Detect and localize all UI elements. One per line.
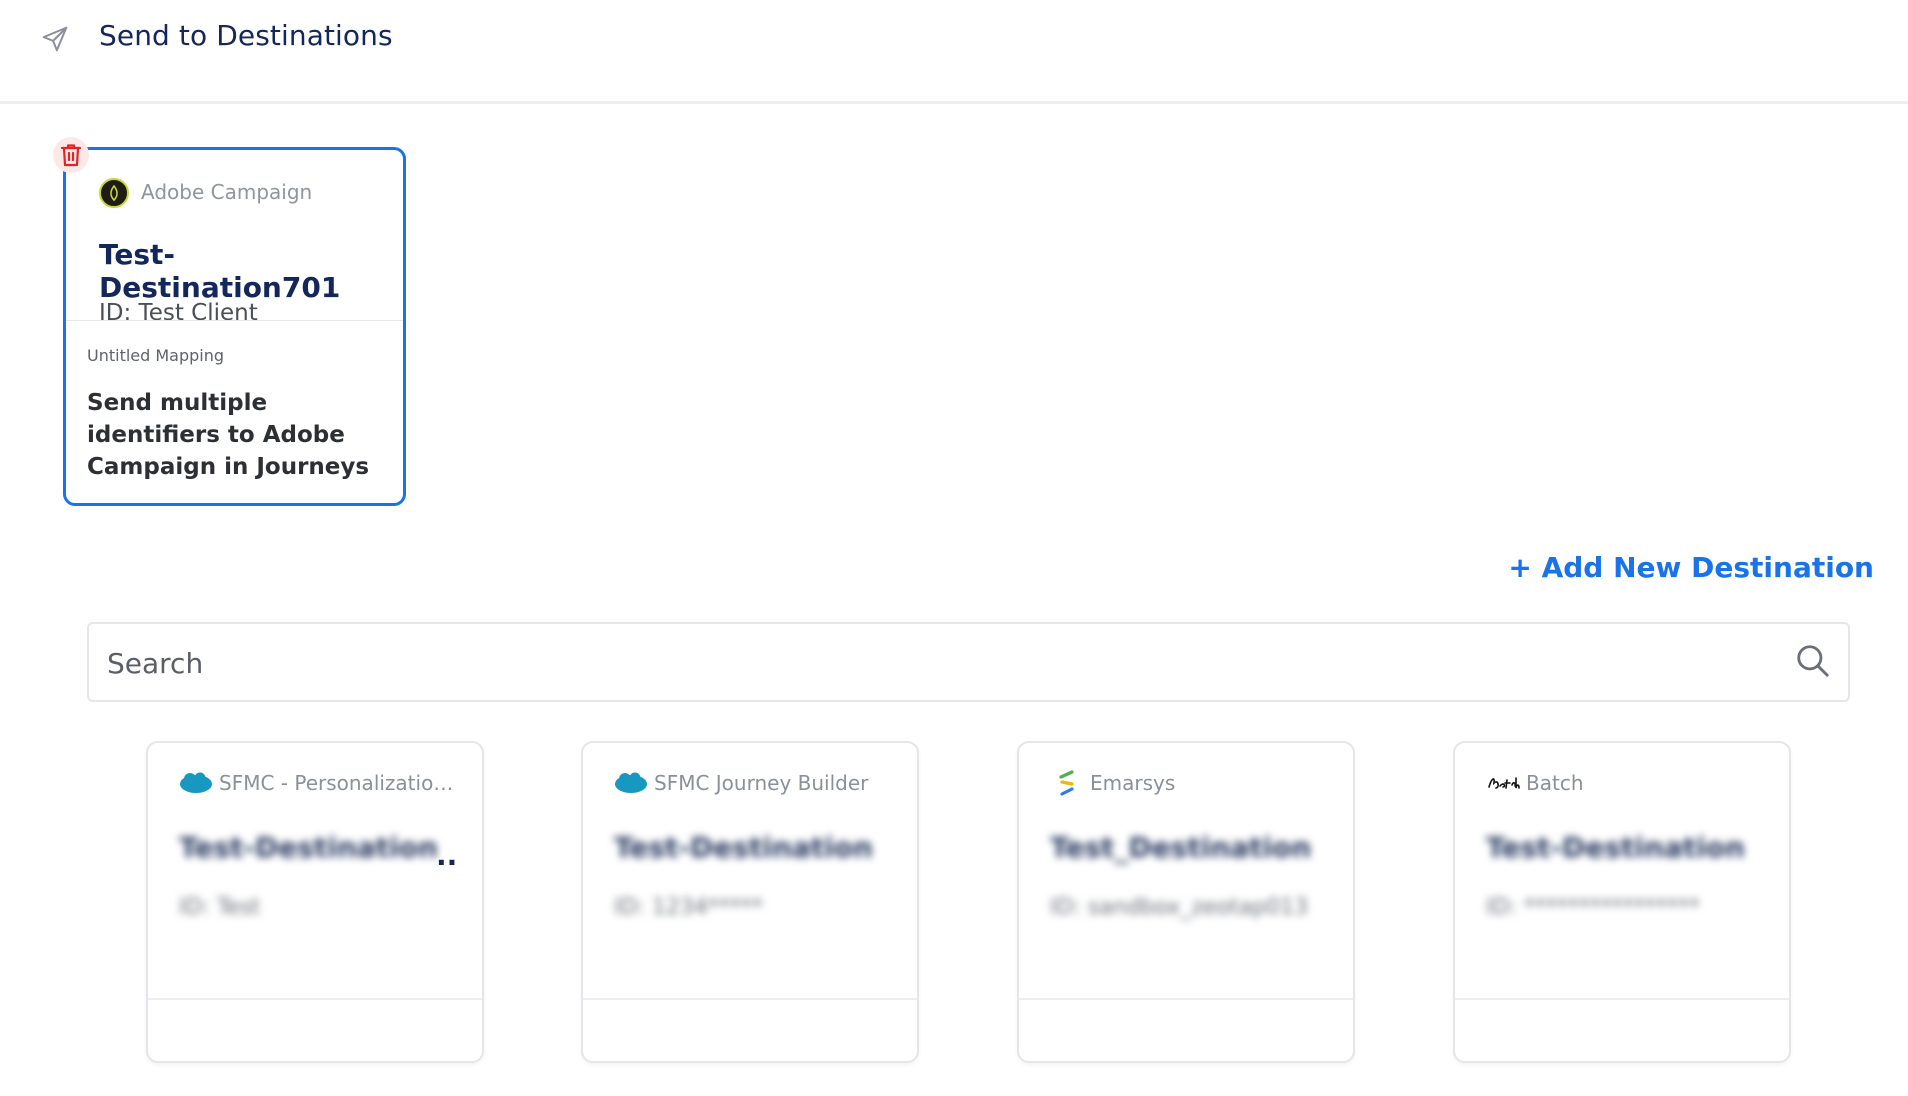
destination-id: ID: sandbox_zeotap013	[1050, 895, 1309, 920]
search-box	[87, 622, 1850, 702]
selected-destination-card[interactable]: Adobe Campaign Test-Destination701 ID: T…	[63, 147, 406, 506]
search-icon[interactable]	[1794, 642, 1832, 680]
destination-card-body: Emarsys Test_Destination_... ID: sandbox…	[1019, 743, 1353, 1000]
salesforce-icon	[614, 771, 648, 795]
search-input[interactable]	[105, 624, 1749, 702]
destination-name: Test-Destination0	[614, 831, 874, 864]
adobe-campaign-icon	[99, 178, 129, 208]
destination-card[interactable]: Batch Test-Destination12... ID: ********…	[1453, 741, 1791, 1063]
destination-name: Test_Destination_...	[1050, 831, 1310, 864]
selected-destination-summary: Adobe Campaign Test-Destination701 ID: T…	[66, 150, 403, 321]
destination-name: Test-Destination12...	[1486, 831, 1746, 864]
destination-title: Test-Destination701	[99, 238, 341, 304]
batch-icon	[1486, 771, 1520, 795]
provider-name: Batch	[1526, 771, 1584, 795]
destination-card[interactable]: SFMC - Personalization ... Test-Destinat…	[146, 741, 484, 1063]
destination-card[interactable]: Emarsys Test_Destination_... ID: sandbox…	[1017, 741, 1355, 1063]
page-title: Send to Destinations	[99, 19, 393, 52]
salesforce-icon	[179, 771, 213, 795]
provider-name: Emarsys	[1090, 771, 1176, 795]
destination-name: Test-Destination12...	[179, 831, 439, 864]
destination-card-body: SFMC Journey Builder Test-Destination0 I…	[583, 743, 917, 1000]
trash-icon	[60, 144, 82, 167]
send-icon	[42, 26, 68, 52]
destination-card-body: Batch Test-Destination12... ID: ********…	[1455, 743, 1789, 1000]
add-new-destination-button[interactable]: + Add New Destination	[1508, 551, 1874, 584]
provider-name: SFMC - Personalization ...	[219, 771, 464, 795]
destination-card[interactable]: SFMC Journey Builder Test-Destination0 I…	[581, 741, 919, 1063]
mapping-label: Untitled Mapping	[87, 346, 225, 365]
overflow-dots: ..	[436, 839, 458, 872]
provider-name: Adobe Campaign	[141, 180, 313, 204]
destination-id: ID: ****************	[1486, 895, 1700, 920]
page-header: Send to Destinations	[0, 0, 1908, 104]
emarsys-icon	[1050, 770, 1084, 796]
destination-card-body: SFMC - Personalization ... Test-Destinat…	[148, 743, 482, 1000]
destination-id: ID: Test Client	[99, 300, 258, 321]
provider-name: SFMC Journey Builder	[654, 771, 869, 795]
destination-id: ID: Test	[179, 895, 261, 920]
delete-destination-button[interactable]	[53, 137, 89, 173]
mapping-title: Send multiple identifiers to Adobe Campa…	[87, 390, 370, 480]
destination-id: ID: 1234*****	[614, 895, 763, 920]
